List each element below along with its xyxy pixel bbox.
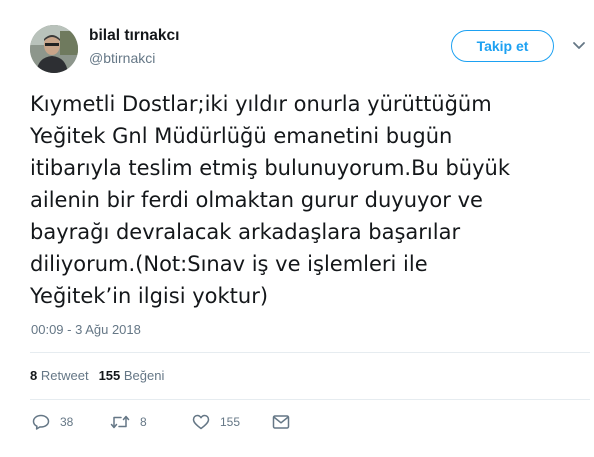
retweet-button[interactable]: 8 [110, 414, 147, 430]
reply-button[interactable]: 38 [32, 414, 73, 430]
retweet-stat-label: Retweet [40, 368, 89, 383]
tweet-text-line: diliyorum.(Not:Sınav iş ve işlemleri ile [30, 252, 428, 276]
follow-button[interactable]: Takip et [451, 30, 554, 62]
divider [30, 399, 590, 400]
tweet-text: Kıymetli Dostlar;iki yıldır onurla yürüt… [30, 88, 575, 312]
like-stat-label: Beğeni [123, 368, 165, 383]
tweet-text-line: Kıymetli Dostlar;iki yıldır onurla yürüt… [30, 92, 492, 116]
tweet-text-line: Yeğitek Gnl Müdürlüğü emanetini bugün [30, 124, 453, 148]
tweet-stats: 8 Retweet 155 Beğeni [30, 368, 164, 383]
direct-message-button[interactable] [272, 414, 290, 430]
reply-icon [32, 414, 50, 430]
tweet-card: bilal tırnakcı @btirnakci Takip et Kıyme… [0, 0, 594, 457]
tweet-timestamp[interactable]: 00:09 - 3 Ağu 2018 [31, 322, 141, 337]
tweet-text-line: ailenin bir ferdi olmaktan gurur duyuyor… [30, 188, 483, 212]
like-button[interactable]: 155 [192, 414, 240, 430]
tweet-text-line: bayrağı devralacak arkadaşlara başarılar [30, 220, 461, 244]
user-handle[interactable]: @btirnakci [89, 50, 155, 66]
tweet-text-line: Yeğitek’in ilgisi yoktur) [30, 284, 269, 308]
direct-message-icon [272, 415, 290, 429]
avatar-image [30, 25, 78, 73]
retweet-stat-count: 8 [30, 368, 38, 383]
tweet-text-line: itibarıyla teslim etmiş bulunuyorum.Bu b… [30, 156, 511, 180]
heart-icon [192, 414, 210, 430]
avatar[interactable] [30, 25, 78, 73]
reply-count: 38 [60, 415, 74, 429]
chevron-down-icon[interactable] [572, 41, 586, 51]
like-count: 155 [220, 415, 241, 429]
divider [30, 352, 590, 353]
retweet-icon [110, 415, 130, 429]
retweet-stat[interactable]: 8 Retweet [30, 368, 89, 383]
tweet-actions: 38 8 155 [32, 414, 332, 434]
like-stat-count: 155 [98, 368, 121, 383]
like-stat[interactable]: 155 Beğeni [99, 368, 165, 383]
retweet-count: 8 [140, 415, 147, 429]
user-name[interactable]: bilal tırnakcı [89, 27, 179, 45]
